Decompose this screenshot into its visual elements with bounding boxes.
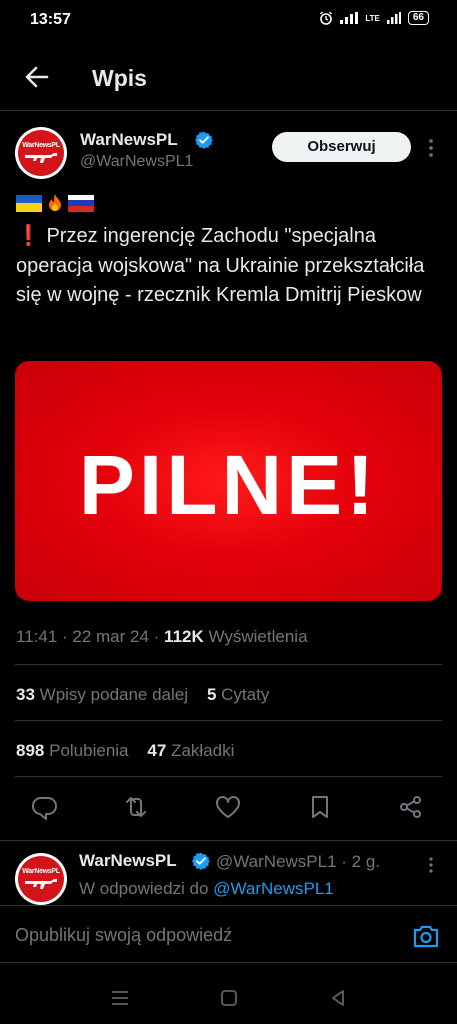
status-time: 13:57 [30,11,71,28]
tweet-text: ❗ Przez ingerencję Zachodu "specjalna op… [16,222,446,311]
top-bar: Wpis [0,48,457,108]
menu-nav-icon[interactable] [109,987,131,1009]
signal-icon-2 [386,12,401,24]
quotes-count: 5 [206,685,217,704]
like-stats: 898 Polubienia 47 Zakładki [16,741,234,761]
bookmarks-label: Zakładki [171,741,235,760]
share-icon[interactable] [397,793,425,821]
reply-to-handle[interactable]: @WarNewsPL1 [213,879,334,898]
rifle-icon [25,153,57,163]
quotes-label: Cytaty [221,685,270,704]
reply-more-options-icon[interactable] [425,855,437,875]
exclamation-icon: ❗ [16,225,41,247]
tweet-media-image[interactable]: PILNE! [15,361,442,601]
verified-badge-icon [195,131,213,149]
views-label: Wyświetlenia [208,627,308,646]
bookmarks-count: 47 [147,741,167,760]
follow-button[interactable]: Obserwuj [272,132,411,162]
stats-divider-2 [15,776,442,777]
like-icon[interactable] [214,793,242,821]
emoji-row [16,193,94,213]
tweet-body: Przez ingerencję Zachodu "specjalna oper… [16,225,425,306]
system-nav-bar [0,975,457,1024]
back-nav-icon[interactable] [327,987,349,1009]
reply-input[interactable] [15,923,395,947]
meta-divider [15,664,442,665]
signal-icon [340,12,359,24]
reply-to-line: W odpowiedzi do @WarNewsPL1 [79,879,334,899]
rifle-icon [25,879,57,889]
reply-author-handle[interactable]: @WarNewsPL1 · 2 g. [216,852,380,872]
battery-indicator: 66 [407,11,429,25]
author-avatar[interactable]: WarNewsPL [15,127,67,179]
author-name[interactable]: WarNewsPL [80,130,178,150]
reply-icon[interactable] [31,793,59,821]
back-arrow-icon[interactable] [22,62,52,92]
quotes-stat[interactable]: 5 Cytaty [207,685,269,704]
tweet-actions [0,793,457,827]
repost-stats: 33 Wpisy podane dalej 5 Cytaty [16,685,269,705]
status-icons: LTE 66 [319,11,429,25]
home-nav-icon[interactable] [218,987,240,1009]
views-count: 112K [164,627,204,646]
reply-compose-bar [0,905,457,963]
reply-author-avatar[interactable]: WarNewsPL [15,853,67,905]
header-divider [0,110,457,111]
tweet-meta: 11:41 · 22 mar 24 · 112K Wyświetlenia [16,627,308,646]
actions-divider [0,840,457,841]
fire-icon [49,194,61,211]
retweets-count: 33 [16,685,35,704]
retweet-icon[interactable] [122,793,150,821]
russia-flag-icon [68,194,94,212]
stats-divider-1 [15,720,442,721]
status-bar: 13:57 LTE 66 [0,0,457,40]
likes-stat[interactable]: 898 Polubienia [16,741,129,760]
ukraine-flag-icon [16,194,42,212]
likes-label: Polubienia [49,741,129,760]
network-type: LTE [365,13,380,23]
bookmarks-stat[interactable]: 47 Zakładki [147,741,234,760]
tweet-date: 22 mar 24 [72,627,149,646]
more-options-icon[interactable] [425,136,437,160]
camera-icon[interactable] [412,923,440,949]
author-handle[interactable]: @WarNewsPL1 [80,153,193,171]
bookmark-icon[interactable] [306,793,334,821]
reply-to-prefix: W odpowiedzi do [79,879,209,898]
reply-author-name[interactable]: WarNewsPL [79,851,177,871]
tweet-time: 11:41 [16,627,58,646]
media-headline: PILNE! [78,438,379,532]
page-title: Wpis [92,65,147,91]
reply-verified-badge-icon [192,852,210,870]
likes-count: 898 [16,741,45,760]
retweets-label: Wpisy podane dalej [39,685,189,704]
retweets-stat[interactable]: 33 Wpisy podane dalej [16,685,188,704]
alarm-icon [320,11,333,25]
